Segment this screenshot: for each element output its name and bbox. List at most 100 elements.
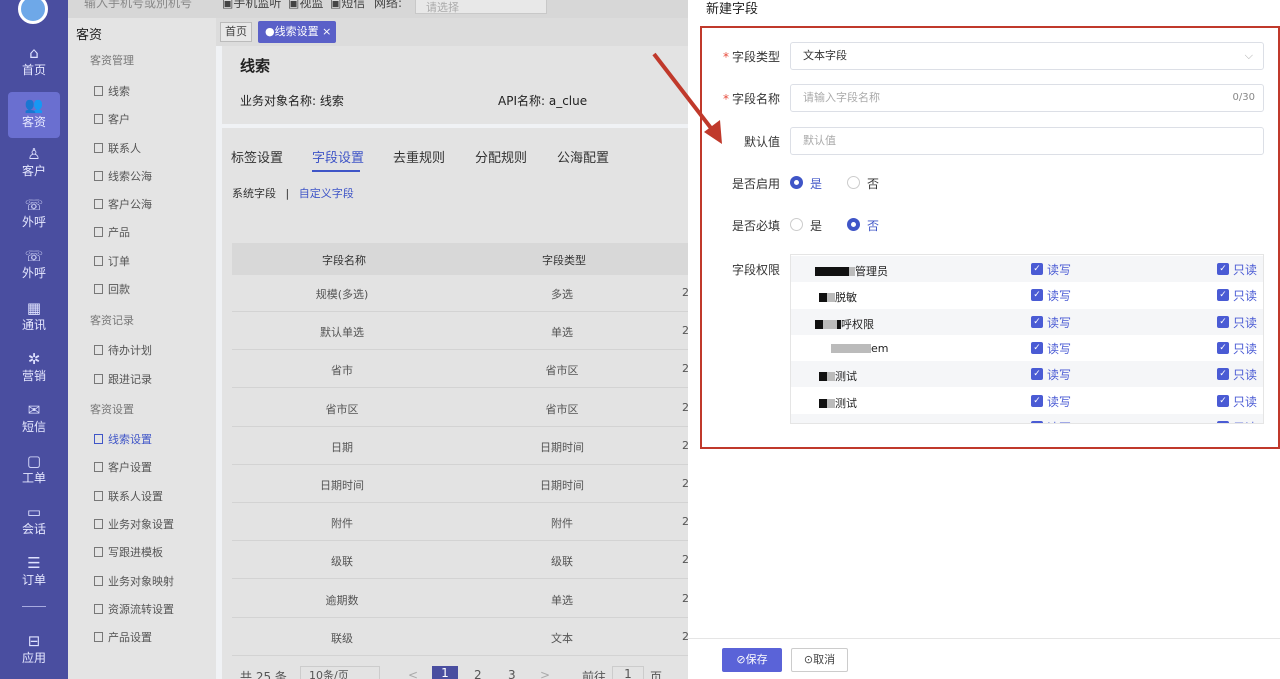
sidebar-item[interactable]: 客户公海	[94, 196, 152, 212]
table-cell-truncated: 2	[682, 400, 689, 414]
sidebar-item[interactable]: 回款	[94, 281, 130, 297]
sidebar-item[interactable]: 客户设置	[94, 459, 152, 475]
permission-role-name: 管理员	[815, 263, 888, 279]
nav-item-1[interactable]: 👥 客资	[8, 92, 60, 138]
custom-fields-tab[interactable]: 自定义字段	[299, 187, 354, 200]
default-value-input[interactable]: 默认值	[790, 127, 1264, 155]
cancel-button[interactable]: ⊙取消	[791, 648, 848, 672]
read-only-checkbox[interactable]: ✓	[1217, 315, 1229, 328]
redacted-text	[819, 398, 827, 408]
page-1-button[interactable]: 1	[432, 666, 458, 679]
table-row-divider	[232, 387, 688, 389]
sidebar-item[interactable]: 线索公海	[94, 168, 152, 184]
sidebar-item[interactable]: 写跟进模板	[94, 544, 163, 560]
sidebar-item[interactable]: 线索设置	[94, 431, 152, 447]
settings-tab[interactable]: 分配规则	[475, 147, 527, 166]
sidebar-item[interactable]: 资源流转设置	[94, 601, 174, 617]
nav-item-0[interactable]: ⌂ 首页	[0, 40, 68, 86]
required-no-radio[interactable]	[847, 218, 860, 231]
required-yes-label[interactable]: 是	[810, 217, 822, 234]
system-fields-tab[interactable]: 系统字段	[232, 187, 276, 200]
nav-item-6[interactable]: ✲ 营销	[0, 346, 68, 392]
sidebar-item[interactable]: 产品设置	[94, 629, 152, 645]
read-only-checkbox[interactable]: ✓	[1217, 341, 1229, 354]
save-button[interactable]: ⊘保存	[722, 648, 782, 672]
goto-input[interactable]: 1	[612, 666, 644, 679]
sidebar-item[interactable]: 产品	[94, 224, 130, 240]
required-yes-radio[interactable]	[790, 218, 803, 231]
settings-tab[interactable]: 去重规则	[393, 147, 445, 166]
table-cell-name: 省市区	[325, 402, 359, 416]
nav-item-11[interactable]: ⊟ 应用	[0, 628, 68, 674]
page-2-button[interactable]: 2	[474, 668, 482, 679]
enabled-label: 是否启用	[731, 177, 780, 191]
nav-item-8[interactable]: ▢ 工单	[0, 448, 68, 494]
sidebar-item-label: 订单	[108, 255, 130, 268]
sidebar-item[interactable]: 线索	[94, 83, 130, 99]
permission-role-label: 脱敏	[835, 291, 857, 305]
permission-role-label: 呼权限	[841, 317, 874, 331]
phone-monitor-button[interactable]: ▣手机监听	[222, 0, 281, 10]
sidebar-item[interactable]: 跟进记录	[94, 371, 152, 387]
enabled-yes-label[interactable]: 是	[810, 175, 822, 192]
nav-item-5[interactable]: ▦ 通讯	[0, 295, 68, 341]
nav-item-10[interactable]: ☰ 订单	[0, 550, 68, 596]
prev-page-button[interactable]: <	[408, 668, 418, 679]
next-page-button[interactable]: >	[540, 668, 550, 679]
field-type-select[interactable]: 文本字段 ⌵	[790, 42, 1264, 70]
nav-item-7[interactable]: ✉ 短信	[0, 397, 68, 443]
read-only-checkbox[interactable]: ✓	[1217, 263, 1229, 275]
read-write-checkbox[interactable]: ✓	[1031, 394, 1043, 407]
document-icon	[94, 434, 103, 444]
nav-item-9[interactable]: ▭ 会话	[0, 499, 68, 545]
sidebar-item[interactable]: 业务对象设置	[94, 516, 174, 532]
sidebar-item[interactable]: 待办计划	[94, 342, 152, 358]
read-write-label: 读写	[1047, 341, 1072, 356]
sidebar-item[interactable]: 业务对象映射	[94, 573, 174, 589]
users-icon: 👥	[24, 96, 44, 114]
settings-tab[interactable]: 公海配置	[557, 147, 609, 166]
field-name-input[interactable]: 请输入字段名称 0/30	[790, 84, 1264, 112]
tab-home[interactable]: 首页	[220, 22, 252, 42]
read-only-checkbox[interactable]: ✓	[1217, 420, 1229, 423]
monitor-button[interactable]: ▣视监	[288, 0, 323, 10]
sidebar-group-label: 客资管理	[90, 54, 134, 67]
read-only-checkbox[interactable]: ✓	[1217, 289, 1229, 302]
page-unit: 页	[650, 670, 663, 679]
read-write-checkbox[interactable]: ✓	[1031, 368, 1043, 381]
read-write-checkbox[interactable]: ✓	[1031, 263, 1043, 275]
enabled-yes-radio[interactable]	[790, 176, 803, 189]
sms-button[interactable]: ▣短信	[330, 0, 365, 10]
read-write-checkbox[interactable]: ✓	[1031, 341, 1043, 354]
nav-item-4[interactable]: ☏ 外呼	[0, 243, 68, 289]
nav-item-3[interactable]: ☏ 外呼	[0, 192, 68, 238]
required-no-label[interactable]: 否	[867, 217, 879, 234]
region-select[interactable]: 请选择	[415, 0, 547, 14]
permission-role-name: 脱敏	[819, 289, 857, 305]
page-3-button[interactable]: 3	[508, 668, 516, 679]
search-input[interactable]: 输入手机号或別机号	[84, 0, 192, 10]
table-cell-type: 单选	[551, 326, 573, 340]
enabled-no-label[interactable]: 否	[867, 175, 879, 192]
redacted-text	[827, 372, 835, 382]
nav-item-label: 会话	[21, 522, 46, 536]
sidebar-item[interactable]: 订单	[94, 253, 130, 269]
read-write-checkbox[interactable]: ✓	[1031, 289, 1043, 302]
page-size-select[interactable]: 10条/页	[300, 666, 380, 679]
enabled-no-radio[interactable]	[847, 176, 860, 189]
read-only-checkbox[interactable]: ✓	[1217, 394, 1229, 407]
read-write-checkbox[interactable]: ✓	[1031, 315, 1043, 328]
sidebar-item[interactable]: 联系人设置	[94, 488, 163, 504]
sidebar-item-label: 待办计划	[108, 344, 152, 357]
table-cell-truncated: 2	[682, 362, 689, 376]
sidebar-item[interactable]: 联系人	[94, 140, 141, 156]
read-only-checkbox[interactable]: ✓	[1217, 368, 1229, 381]
region-label: 网络:	[374, 0, 403, 10]
nav-item-label: 外呼	[21, 215, 46, 229]
settings-tab[interactable]: 标签设置	[231, 147, 283, 166]
tab-clue-settings[interactable]: ●线索设置 ×	[258, 21, 336, 43]
nav-item-2[interactable]: ♙ 客户	[0, 141, 68, 187]
settings-tab[interactable]: 字段设置	[312, 147, 364, 166]
read-write-checkbox[interactable]: ✓	[1031, 420, 1043, 423]
sidebar-item[interactable]: 客户	[94, 111, 130, 127]
